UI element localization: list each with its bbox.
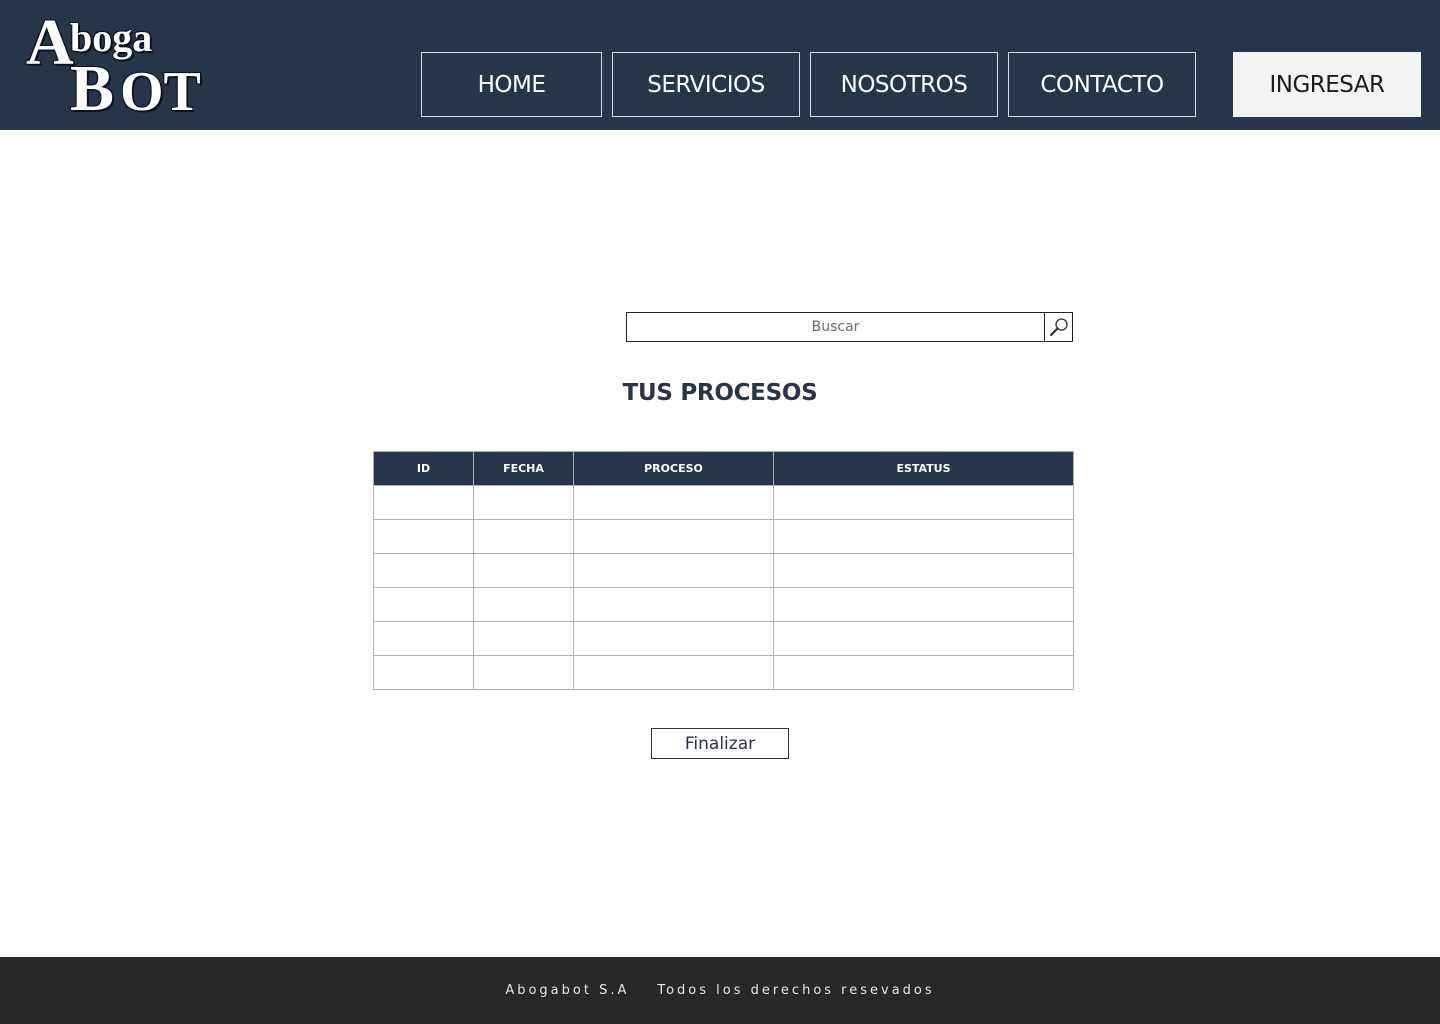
finalizar-button[interactable]: Finalizar bbox=[651, 728, 789, 759]
search-input[interactable] bbox=[627, 313, 1044, 341]
table-row[interactable] bbox=[373, 587, 1074, 622]
table-cell-estatus bbox=[773, 519, 1074, 554]
table-cell-estatus bbox=[773, 485, 1074, 520]
table-cell-fecha bbox=[473, 587, 574, 622]
table-cell-estatus bbox=[773, 655, 1074, 690]
table-row[interactable] bbox=[373, 655, 1074, 690]
column-header-estatus[interactable]: ESTATUS bbox=[773, 451, 1074, 486]
table-cell-fecha bbox=[473, 519, 574, 554]
table-cell-id bbox=[373, 485, 474, 520]
ingresar-button[interactable]: INGRESAR bbox=[1233, 52, 1421, 117]
column-header-id[interactable]: ID bbox=[373, 451, 474, 486]
logo-initial-a: A bbox=[26, 6, 74, 79]
table-row[interactable] bbox=[373, 621, 1074, 656]
footer-rights: Todos los derechos resevados bbox=[657, 983, 935, 998]
search-button[interactable] bbox=[1044, 313, 1072, 341]
table-cell-estatus bbox=[773, 553, 1074, 588]
search-bar bbox=[626, 312, 1073, 342]
nav-nosotros-button[interactable]: NOSOTROS bbox=[810, 52, 998, 117]
table-cell-proceso bbox=[573, 485, 774, 520]
table-cell-fecha bbox=[473, 655, 574, 690]
table-cell-id bbox=[373, 655, 474, 690]
table-cell-proceso bbox=[573, 553, 774, 588]
logo-initial-b: B bbox=[70, 52, 115, 125]
procesos-table: ID FECHA PROCESO ESTATUS bbox=[373, 451, 1074, 690]
table-row[interactable] bbox=[373, 519, 1074, 554]
table-cell-fecha bbox=[473, 621, 574, 656]
table-cell-proceso bbox=[573, 587, 774, 622]
table-cell-id bbox=[373, 621, 474, 656]
table-cell-fecha bbox=[473, 553, 574, 588]
table-cell-estatus bbox=[773, 587, 1074, 622]
table-header-row: ID FECHA PROCESO ESTATUS bbox=[373, 451, 1074, 486]
column-header-fecha[interactable]: FECHA bbox=[473, 451, 574, 486]
column-header-proceso[interactable]: PROCESO bbox=[573, 451, 774, 486]
table-cell-proceso bbox=[573, 621, 774, 656]
table-cell-proceso bbox=[573, 655, 774, 690]
abogabot-logo[interactable]: A boga B OT bbox=[26, 6, 201, 122]
footer-company: Abogabot S.A bbox=[505, 983, 630, 998]
header: A boga B OT HOME SERVICIOS NOSOTROS CONT… bbox=[0, 0, 1440, 130]
table-cell-id bbox=[373, 519, 474, 554]
logo-text-ot: OT bbox=[120, 61, 201, 123]
nav-servicios-button[interactable]: SERVICIOS bbox=[612, 52, 800, 117]
page-title: TUS PROCESOS bbox=[622, 380, 818, 406]
footer: Abogabot S.A Todos los derechos resevado… bbox=[0, 957, 1440, 1024]
nav-contacto-button[interactable]: CONTACTO bbox=[1008, 52, 1196, 117]
table-cell-proceso bbox=[573, 519, 774, 554]
table-row[interactable] bbox=[373, 485, 1074, 520]
search-icon bbox=[1049, 318, 1068, 337]
table-cell-id bbox=[373, 587, 474, 622]
table-cell-fecha bbox=[473, 485, 574, 520]
page: A boga B OT HOME SERVICIOS NOSOTROS CONT… bbox=[0, 0, 1440, 1024]
table-cell-id bbox=[373, 553, 474, 588]
table-cell-estatus bbox=[773, 621, 1074, 656]
nav-home-button[interactable]: HOME bbox=[421, 52, 602, 117]
table-row[interactable] bbox=[373, 553, 1074, 588]
